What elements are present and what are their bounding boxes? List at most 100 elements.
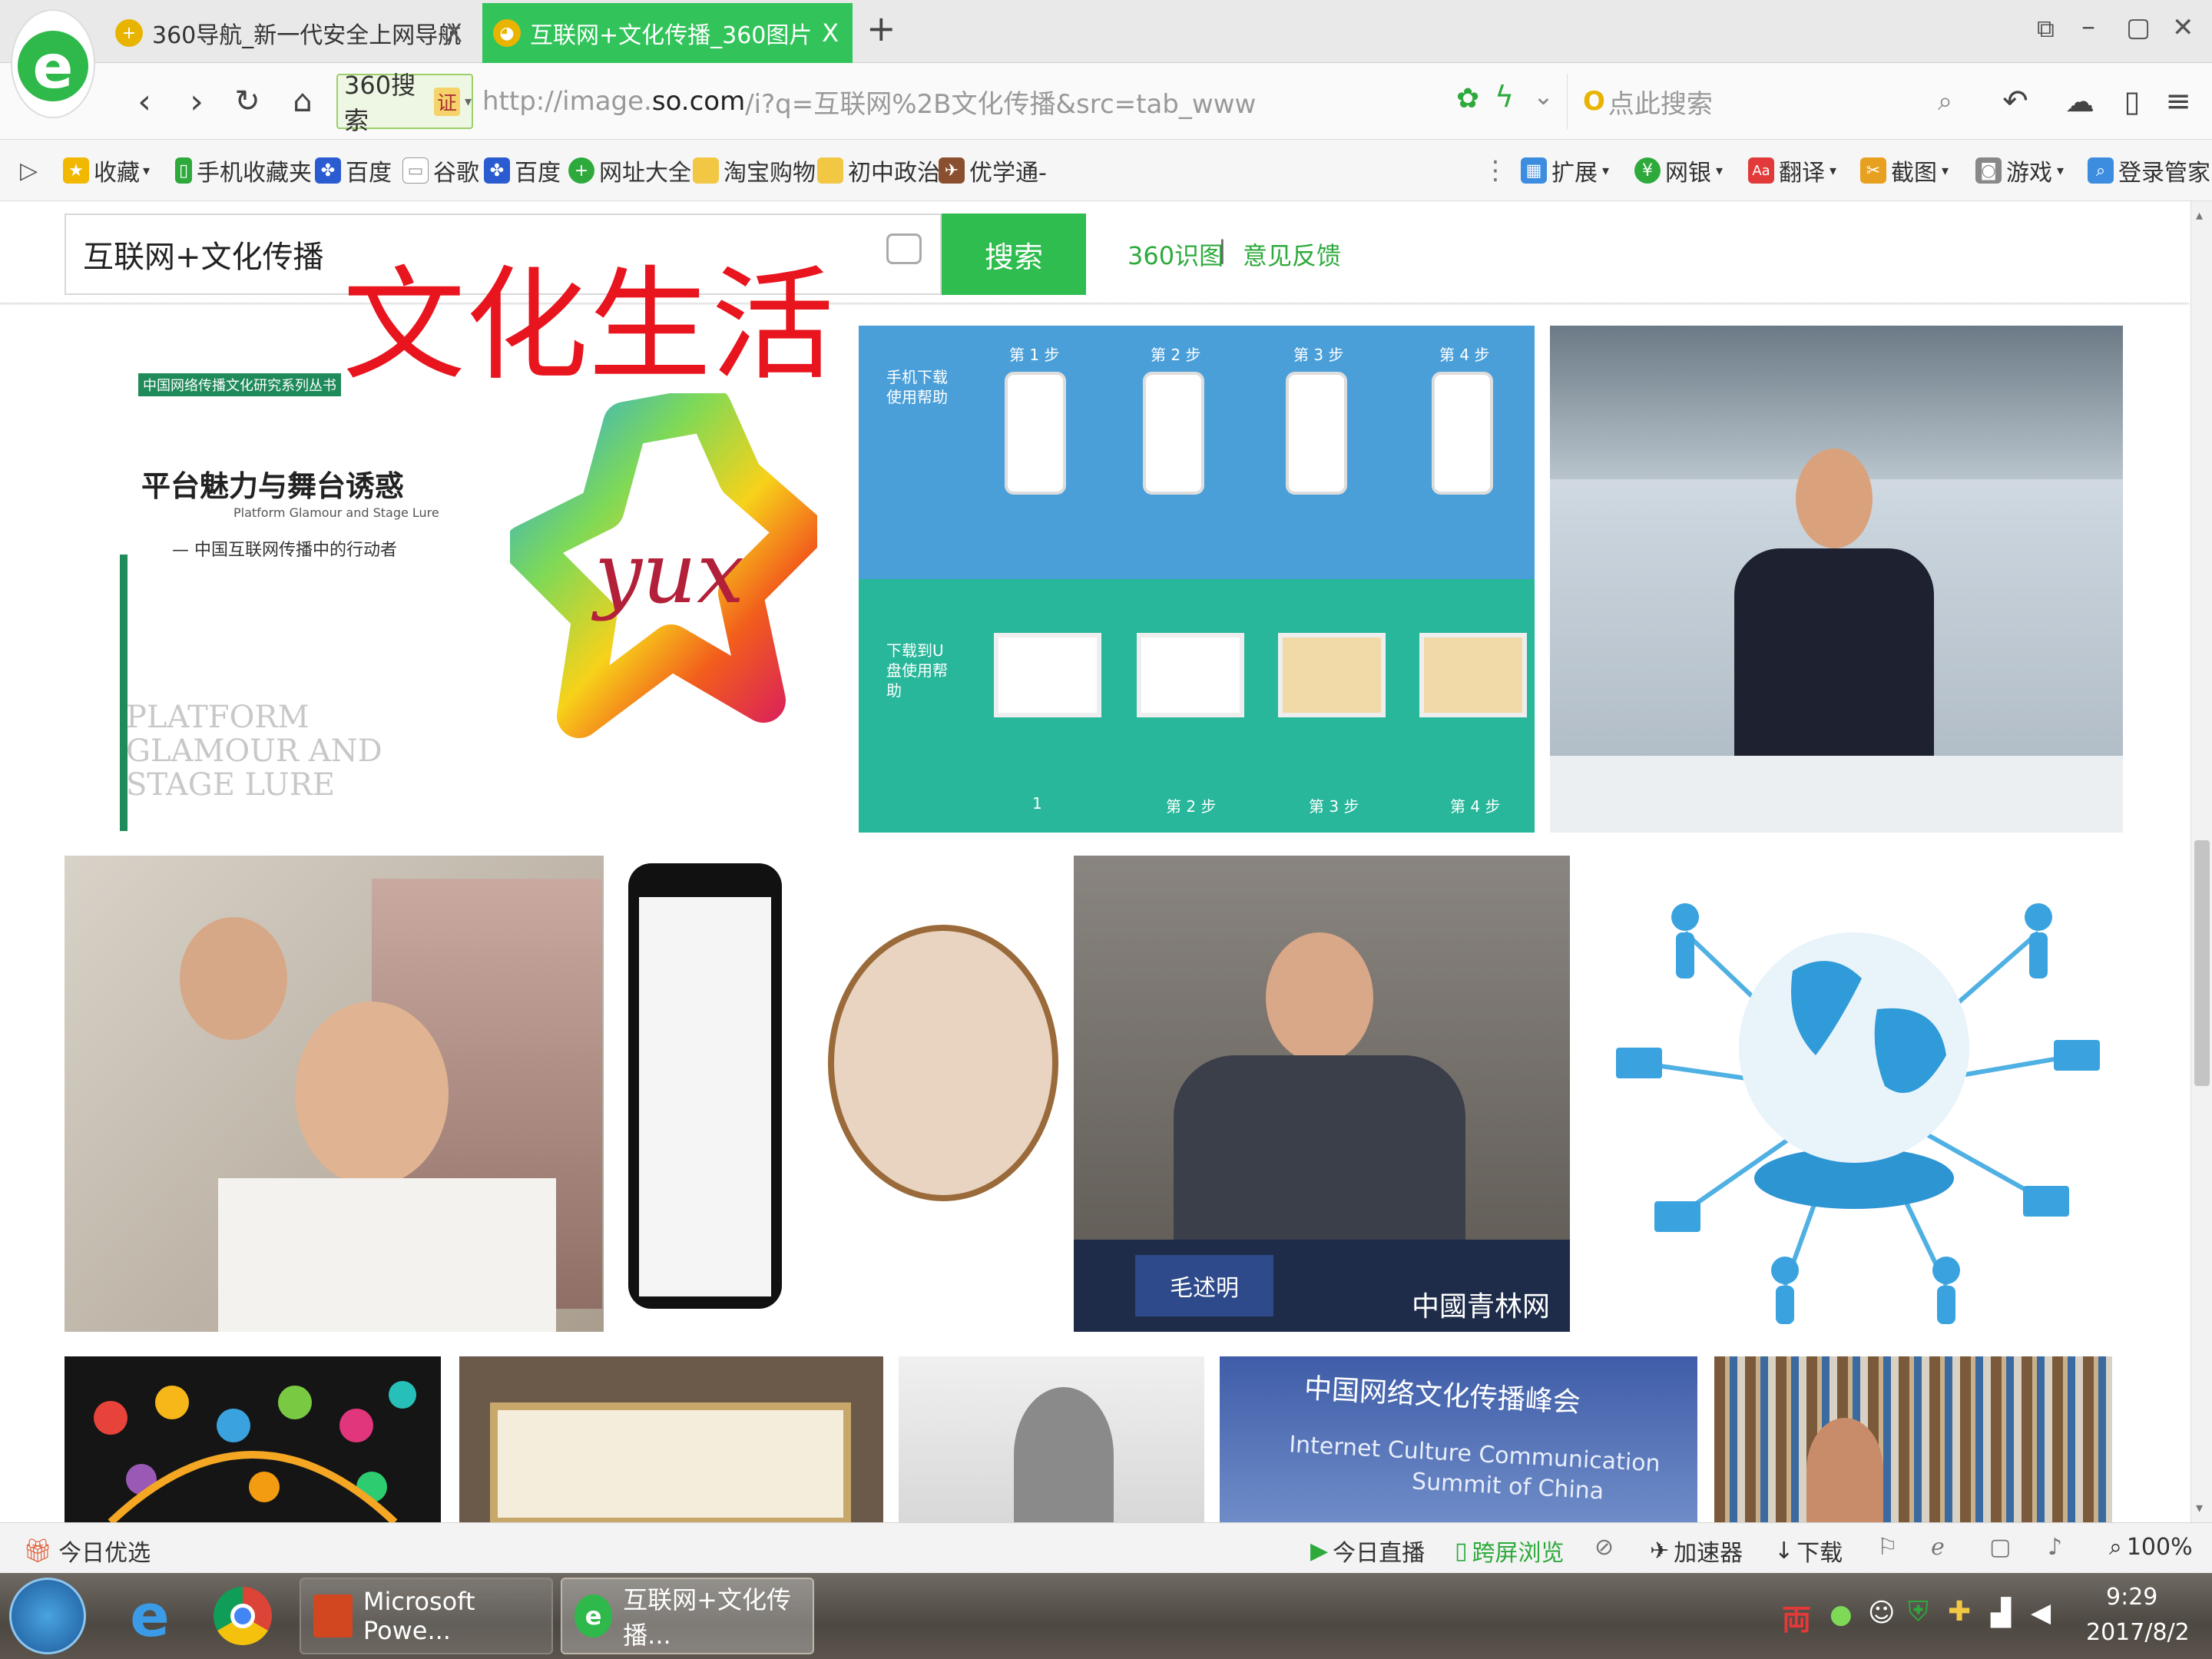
plus-icon[interactable]: ✚ <box>1948 1596 1971 1628</box>
zoom-level[interactable]: ⌕ 100% <box>2109 1534 2193 1561</box>
signal-icon[interactable]: ▟ <box>1991 1598 2011 1628</box>
grid-icon: ▦ <box>1521 157 1547 184</box>
feedback-link[interactable]: 意见反馈 <box>1243 237 1341 272</box>
bookmark-youxuetong[interactable]: ✈ 优学通- <box>939 154 1047 187</box>
toolbar-label: 登录管家 <box>2118 160 2210 187</box>
clock-date[interactable]: 2017/8/2 <box>2086 1619 2190 1646</box>
close-tab-button[interactable]: X <box>822 18 839 48</box>
toolbar-screenshot[interactable]: ✂ 截图 ▾ <box>1860 154 1949 187</box>
camera-icon[interactable] <box>886 233 922 264</box>
phone-step-3 <box>1286 372 1347 495</box>
cross-screen[interactable]: ▯ 跨屏浏览 <box>1455 1534 1565 1568</box>
today-live[interactable]: ▶ 今日直播 <box>1310 1534 1425 1568</box>
scroll-down-icon[interactable]: ▾ <box>2196 1500 2203 1516</box>
secure-icon[interactable]: ✿ <box>1456 83 1479 114</box>
search-button[interactable]: 搜索 <box>942 214 1086 295</box>
scroll-thumb[interactable] <box>2194 840 2210 1086</box>
flag-icon[interactable]: ⚐ <box>1877 1534 1898 1561</box>
cloud-icon[interactable]: ☁ <box>2058 80 2101 123</box>
image-help-steps[interactable]: 手机下载使用帮助 下载到U盘使用帮助 第 1 步 第 2 步 第 3 步 第 4… <box>859 326 1535 833</box>
image-certificate[interactable] <box>459 1356 883 1522</box>
back-icon[interactable]: ‹ <box>123 80 166 123</box>
toolbar-extensions[interactable]: ▦ 扩展 ▾ <box>1521 154 1609 187</box>
bookmark-google[interactable]: ▭ 谷歌 <box>402 154 479 187</box>
minimize-button[interactable]: – <box>2081 11 2095 42</box>
star-logo: yux <box>503 386 824 762</box>
volume-icon[interactable]: ◀ <box>2031 1598 2051 1628</box>
window-icon[interactable]: ▢ <box>1989 1534 2011 1561</box>
image-phone-app[interactable] <box>621 856 1058 1332</box>
rocket-icon: ✈ <box>1650 1537 1670 1565</box>
star-icon: ★ <box>63 157 89 184</box>
image-speaker-riverside[interactable] <box>1550 326 2123 833</box>
tab-image-search[interactable]: ◕ 互联网+文化传播_360图片 X <box>482 3 853 63</box>
magnifier-icon[interactable]: ⌕ <box>1938 86 1952 117</box>
forward-icon[interactable]: › <box>175 80 218 123</box>
user-icon[interactable]: ☺ <box>1868 1598 1895 1628</box>
downloads[interactable]: ↓ 下载 <box>1774 1534 1843 1568</box>
start-button[interactable] <box>9 1578 86 1654</box>
taskbar-powerpoint[interactable]: Microsoft Powe... <box>300 1578 553 1654</box>
image-mao-shuming[interactable]: 毛述明 中國青林网 <box>1074 856 1570 1332</box>
bookmark-baidu-2[interactable]: ✤ 百度 <box>484 154 561 187</box>
close-window-button[interactable]: ✕ <box>2172 12 2194 43</box>
ime-icon[interactable]: 両 <box>1782 1596 1811 1638</box>
bookmark-url-all[interactable]: + 网址大全 <box>568 154 691 187</box>
toolbar-translate[interactable]: Aa 翻译 ▾ <box>1748 154 1836 187</box>
image-globe-network[interactable] <box>1585 856 2123 1332</box>
book-line2: — 中国互联网传播中的行动者 <box>172 541 397 560</box>
ie-mode-icon[interactable]: ℯ <box>1931 1534 1945 1561</box>
bookmark-politics[interactable]: 初中政治 <box>817 154 940 187</box>
refresh-icon[interactable]: ↻ <box>226 80 269 123</box>
bookmark-taobao[interactable]: 淘宝购物 <box>693 154 816 187</box>
image-summit-banner[interactable]: 中国网络文化传播峰会 Internet Culture Communicatio… <box>1220 1356 1697 1522</box>
sidebar-toggle-icon[interactable]: ▷ <box>20 154 38 187</box>
restore-button[interactable]: ⧉ <box>2037 14 2055 44</box>
browser-logo[interactable]: e <box>8 6 98 121</box>
menu-icon[interactable]: ≡ <box>2157 80 2200 123</box>
magnifier-icon: ⌕ <box>2109 1534 2122 1561</box>
search-engine-select[interactable]: 360搜索 证 ▾ <box>336 71 473 135</box>
address-bar[interactable]: http://image. so.com/i?q=互联网%2B文化传播&src=t… <box>482 74 1535 129</box>
play-icon: ▶ <box>1310 1537 1329 1565</box>
tab-360-nav[interactable]: + 360导航_新一代安全上网导航 X <box>115 3 476 63</box>
status-label: 下载 <box>1796 1540 1843 1567</box>
bookmark-mobile[interactable]: ▯ 手机收藏夹 <box>175 154 312 187</box>
image-crafts-workshop[interactable] <box>65 856 604 1332</box>
close-tab-button[interactable]: X <box>445 18 462 48</box>
lightning-icon[interactable]: ϟ <box>1495 80 1514 114</box>
more-icon[interactable]: ⋮ <box>1482 154 1508 187</box>
scrollbar[interactable]: ▴ ▾ <box>2190 201 2212 1522</box>
taskbar-browser[interactable]: e 互联网+文化传播... <box>561 1578 814 1654</box>
clock-time[interactable]: 9:29 <box>2106 1584 2157 1611</box>
chrome-icon[interactable] <box>214 1587 272 1645</box>
image-social-icons[interactable] <box>65 1356 441 1522</box>
today-picks[interactable]: 🎁︎ 今日优选 <box>23 1534 151 1568</box>
new-tab-button[interactable]: + <box>866 8 896 49</box>
ad-block-icon[interactable]: ⊘ <box>1594 1534 1614 1561</box>
bird-icon: ✈ <box>939 157 965 184</box>
bookmark-favorites[interactable]: ★ 收藏 ▾ <box>63 154 150 187</box>
side-search-input[interactable]: O 点此搜索 ⌕ <box>1567 74 1966 129</box>
image-elderly-man[interactable] <box>899 1356 1204 1522</box>
home-icon[interactable]: ⌂ <box>281 80 324 123</box>
mobile-icon[interactable]: ▯ <box>2111 80 2154 123</box>
toolbar-login[interactable]: ⌕ 登录管家 <box>2088 154 2210 187</box>
status-label: 加速器 <box>1674 1540 1743 1567</box>
image-library[interactable] <box>1714 1356 2112 1522</box>
shitu-link[interactable]: 360识图 <box>1128 237 1224 272</box>
toolbar-banking[interactable]: ¥ 网银 ▾ <box>1634 154 1723 187</box>
scroll-up-icon[interactable]: ▴ <box>2196 207 2203 224</box>
dropdown-icon[interactable]: ⌄ <box>1533 81 1554 111</box>
sound-icon[interactable]: ♪ <box>2048 1534 2062 1561</box>
undo-icon[interactable]: ↶ <box>1994 80 2037 123</box>
wechat-icon[interactable]: ● <box>1830 1599 1853 1630</box>
browser-e-icon: e <box>575 1594 613 1637</box>
accelerator[interactable]: ✈ 加速器 <box>1650 1534 1743 1568</box>
bookmark-baidu[interactable]: ✤ 百度 <box>315 154 392 187</box>
toolbar-games[interactable]: ◙ 游戏 ▾ <box>1975 154 2064 187</box>
security-icon[interactable]: ⛨ <box>1908 1596 1929 1628</box>
image-book-cover[interactable]: 中国网络传播文化研究系列丛书 平台魅力与舞台诱惑 Platform Glamou… <box>65 324 848 831</box>
ie-icon[interactable]: e <box>115 1581 184 1650</box>
maximize-button[interactable]: ▢ <box>2126 12 2151 43</box>
